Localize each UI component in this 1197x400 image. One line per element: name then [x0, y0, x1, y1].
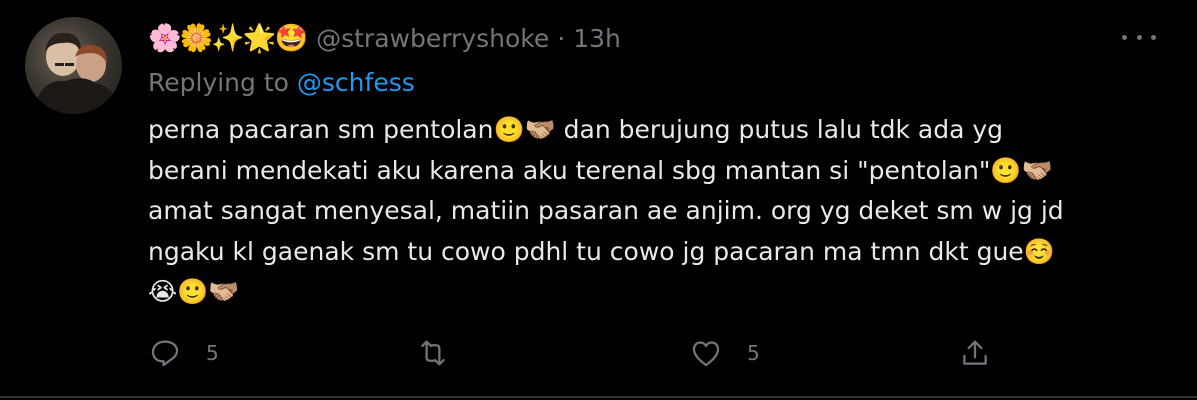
action-bar: 5 5: [148, 333, 1148, 373]
like-icon: [692, 341, 720, 367]
more-dot: [1122, 34, 1127, 40]
more-dot: [1151, 34, 1156, 40]
separator-dot: ·: [557, 23, 566, 53]
tweet-text-line: amat sangat menyesal, matiin pasaran ae …: [148, 196, 1064, 225]
replying-to: Replying to @schfess: [148, 68, 415, 97]
like-button[interactable]: 5: [689, 333, 760, 373]
tweet-header: 🌸🌼✨🌟🤩 @strawberryshoke · 13h: [148, 18, 621, 58]
tweet[interactable]: 🌸🌼✨🌟🤩 @strawberryshoke · 13h Replying to…: [0, 0, 1197, 398]
replying-to-mention[interactable]: @schfess: [297, 68, 415, 97]
reply-count: 5: [206, 341, 219, 365]
retweet-button[interactable]: [416, 333, 474, 373]
like-count: 5: [747, 341, 760, 365]
more-icon[interactable]: [1122, 26, 1156, 48]
tweet-text-line: perna pacaran sm pentolan🙂🫱🏼‍🫲🏽 dan beru…: [148, 115, 1004, 144]
tweet-text: perna pacaran sm pentolan🙂🫱🏼‍🫲🏽 dan beru…: [148, 110, 1148, 313]
avatar-photo: [33, 32, 119, 114]
tweet-text-line: berani mendekati aku karena aku terenal …: [148, 155, 1053, 185]
user-handle[interactable]: @strawberryshoke: [316, 24, 549, 53]
reply-icon: [151, 340, 179, 367]
replying-to-label: Replying to: [148, 68, 289, 97]
share-button[interactable]: [958, 333, 992, 373]
timestamp[interactable]: 13h: [573, 24, 621, 53]
divider: [0, 396, 1197, 398]
share-icon: [963, 340, 987, 365]
retweet-icon: [421, 340, 445, 366]
avatar[interactable]: [25, 17, 122, 114]
tweet-text-line: 😭🙂🫱🏼‍🫲🏽: [148, 277, 240, 306]
more-dot: [1136, 34, 1142, 40]
reply-button[interactable]: 5: [148, 333, 219, 373]
tweet-text-line: ngaku kl gaenak sm tu cowo pdhl tu cowo …: [148, 236, 1055, 266]
display-name[interactable]: 🌸🌼✨🌟🤩: [148, 22, 308, 54]
